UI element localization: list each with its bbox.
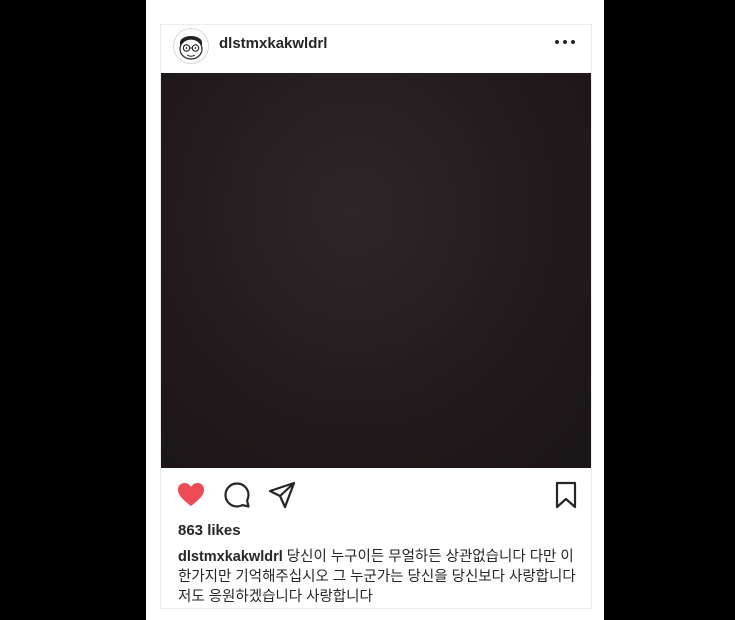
cartoon-face-icon — [179, 36, 203, 60]
instagram-post-card: dlstmxkakwldrl 863 likes dlstmxkakwldrl … — [160, 24, 592, 609]
more-options-icon[interactable] — [555, 32, 575, 52]
comment-icon[interactable] — [222, 480, 252, 510]
post-username[interactable]: dlstmxkakwldrl — [219, 35, 327, 52]
caption-username[interactable]: dlstmxkakwldrl — [178, 549, 283, 565]
heart-icon[interactable] — [176, 480, 206, 510]
likes-count[interactable]: 863 likes — [178, 522, 241, 539]
post-image[interactable] — [161, 73, 591, 468]
post-header: dlstmxkakwldrl — [161, 25, 591, 73]
avatar[interactable] — [173, 28, 209, 64]
bookmark-icon[interactable] — [551, 480, 581, 510]
send-icon[interactable] — [267, 480, 297, 510]
post-caption: dlstmxkakwldrl 당신이 누구이든 무얼하든 상관없습니다 다만 이… — [178, 547, 578, 607]
page-background: dlstmxkakwldrl 863 likes dlstmxkakwldrl … — [146, 0, 604, 620]
post-actions-bar — [161, 480, 591, 512]
